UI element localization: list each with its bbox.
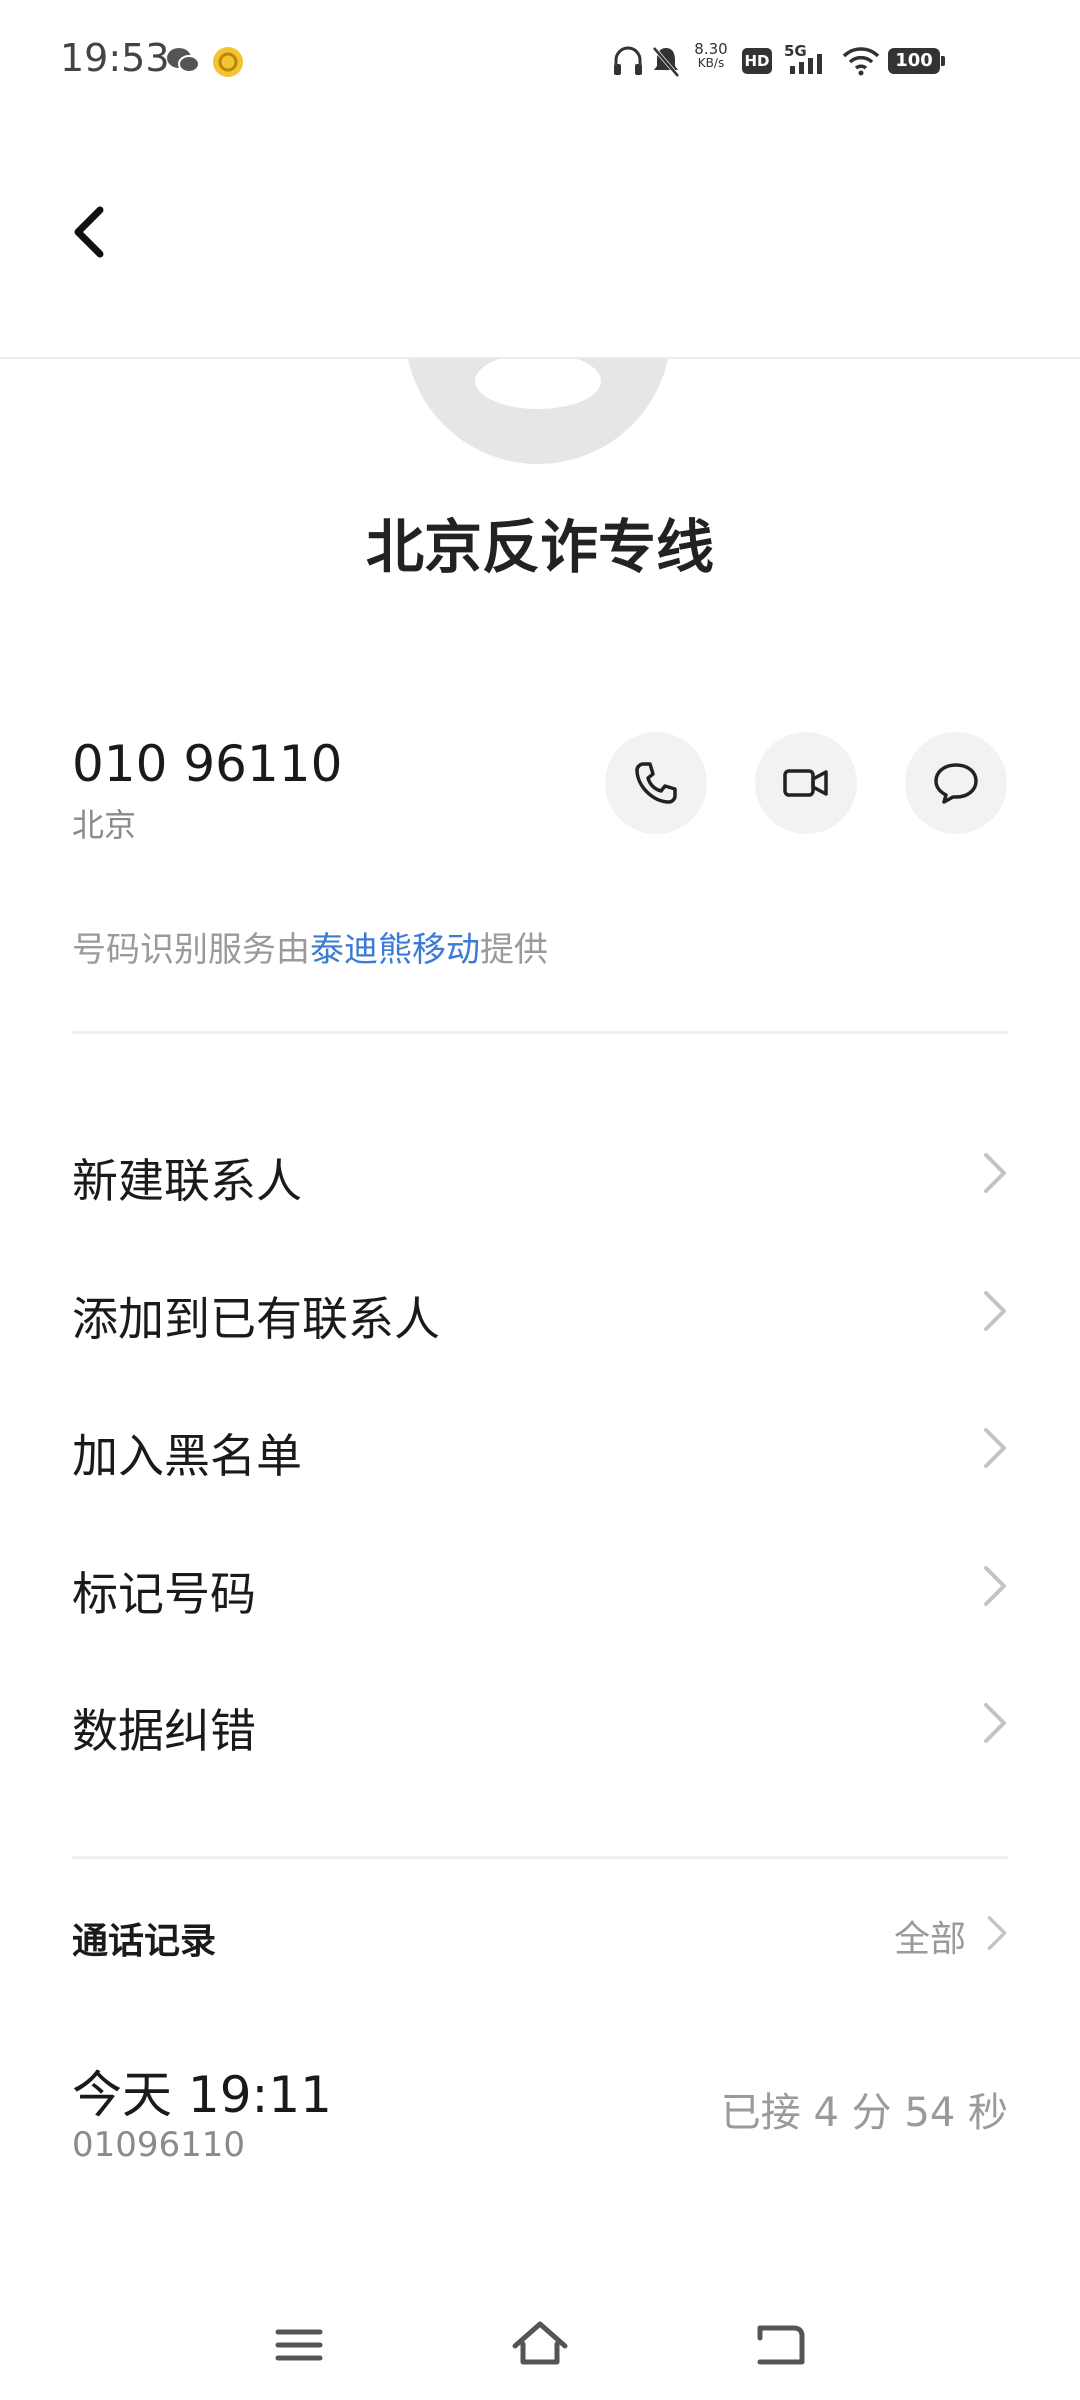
status-bar: 19:53 8.30 KB/s HD 5G 100 [0,0,1080,120]
menu-item-label: 数据纠错 [72,1704,256,1758]
new-contact-item[interactable]: 新建联系人 [72,1117,1008,1227]
menu-item-label: 新建联系人 [72,1154,302,1208]
signal-type-label: 5G [784,42,807,60]
provider-suffix: 提供 [480,930,548,970]
menu-item-label: 标记号码 [72,1567,256,1621]
avatar-container [0,358,1080,468]
number-recognition-provider: 号码识别服务由泰迪熊移动提供 [72,922,548,971]
mark-number-item[interactable]: 标记号码 [72,1530,1008,1640]
phone-icon [635,762,677,804]
battery-tip [941,56,945,66]
provider-link[interactable]: 泰迪熊移动 [310,930,480,970]
menu-item-label: 添加到已有联系人 [72,1292,440,1346]
chevron-right-icon [984,1703,1006,1743]
hd-badge: HD [742,48,772,74]
status-time: 19:53 [60,36,170,80]
battery-icon: 100 [888,48,940,74]
home-icon[interactable] [505,2310,575,2380]
coin-app-icon [213,47,243,77]
hd-label: HD [744,52,770,70]
chevron-right-icon [984,1428,1006,1468]
call-record-number: 01096110 [72,2125,246,2165]
wechat-icon [167,48,200,73]
chevron-right-icon [984,1291,1006,1331]
chat-bubble-icon [934,763,978,804]
net-speed-unit: KB/s [697,56,725,70]
section-divider [72,1031,1008,1034]
menu-icon[interactable] [264,2310,334,2380]
chevron-right-icon [987,1916,1007,1950]
battery-level: 100 [895,50,933,71]
add-to-blacklist-item[interactable]: 加入黑名单 [72,1392,1008,1502]
avatar-silhouette [475,358,601,409]
headphones-icon [614,46,642,75]
call-button[interactable] [605,732,707,834]
add-to-existing-contact-item[interactable]: 添加到已有联系人 [72,1255,1008,1365]
wifi-icon [842,47,880,76]
network-speed: 8.30 KB/s [690,40,732,71]
avatar [405,358,671,464]
header-divider [0,357,1080,359]
menu-item-label: 加入黑名单 [72,1429,302,1483]
call-log-all-label: 全部 [893,1919,966,1960]
top-app-bar [0,120,1080,358]
call-log-all-button[interactable]: 全部 [894,1910,1008,1962]
call-record-status: 已接 4 分 54 秒 [720,2090,1008,2136]
video-camera-icon [783,769,828,797]
number-location: 北京 [72,806,137,844]
system-nav-bar [0,2290,1080,2400]
data-correction-item[interactable]: 数据纠错 [72,1667,1008,1777]
back-arrow-icon[interactable] [62,202,122,262]
message-button[interactable] [905,732,1007,834]
chevron-right-icon [984,1566,1006,1606]
provider-prefix: 号码识别服务由 [72,930,310,970]
net-speed-value: 8.30 [694,40,728,58]
call-record-time: 今天 19:11 [72,2066,332,2124]
section-divider [72,1856,1008,1859]
phone-number: 010 96110 [72,735,343,793]
chevron-right-icon [984,1153,1006,1193]
video-call-button[interactable] [755,732,857,834]
call-log-title: 通话记录 [72,1921,217,1962]
contact-name: 北京反诈专线 [365,513,714,581]
back-nav-icon[interactable] [746,2310,816,2380]
bell-muted-icon [652,46,680,78]
cell-signal-icon: 5G [784,42,832,76]
